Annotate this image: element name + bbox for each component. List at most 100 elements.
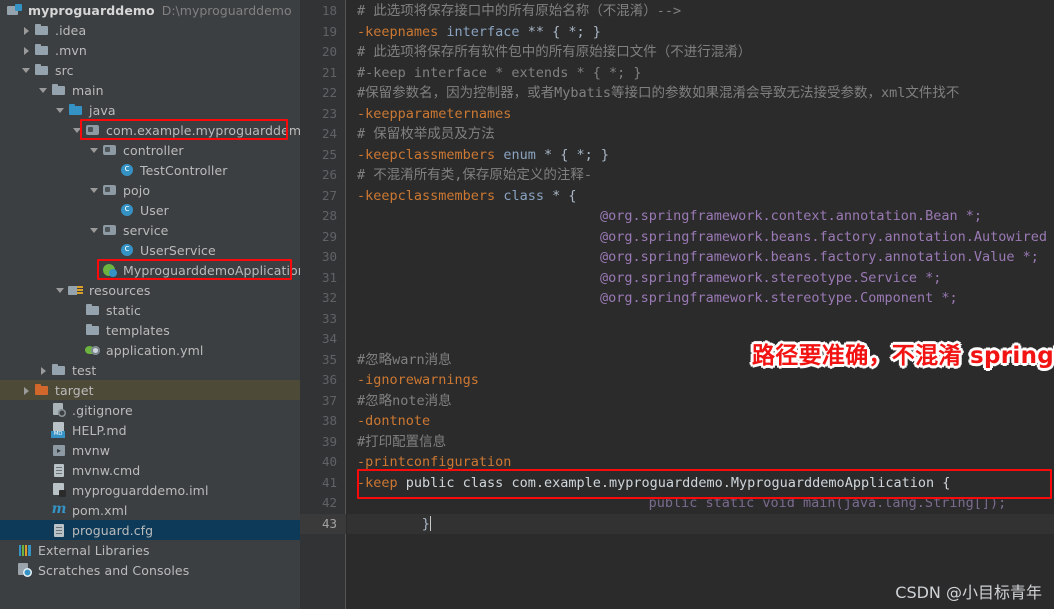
sidebar-item-com-example-myproguarddemo[interactable]: com.example.myproguarddemo (0, 120, 300, 140)
folder-icon (51, 82, 67, 98)
code-line[interactable]: -keepclassmembers class * { (357, 186, 576, 207)
code-token: @org.springframework.context.annotation.… (600, 208, 983, 224)
project-tree[interactable]: myproguarddemo D:\myproguarddemo .idea .mvn… (0, 0, 300, 580)
sidebar-item-test[interactable]: test (0, 360, 300, 380)
folder-icon (51, 362, 67, 378)
sidebar-item-label: External Libraries (38, 542, 150, 558)
chevron-down-icon[interactable] (55, 285, 66, 296)
sidebar-item-myproguarddemoapplication[interactable]: MyproguarddemoApplication (0, 260, 300, 280)
code-line[interactable]: @org.springframework.beans.factory.annot… (600, 227, 1054, 248)
code-line[interactable]: -dontnote (357, 411, 430, 432)
code-token: # 保留枚举成员及方法 (357, 126, 495, 142)
sidebar-item-pom-xml[interactable]: pom.xml (0, 499, 300, 520)
sidebar-item-testcontroller[interactable]: TestController (0, 160, 300, 180)
sidebar-item-idea[interactable]: .idea (0, 20, 300, 40)
sidebar-item-help-md[interactable]: HELP.md (0, 420, 300, 440)
sidebar-item-label: proguard.cfg (72, 522, 154, 538)
line-number: 29 (321, 228, 337, 244)
code-token: #打印配置信息 (357, 433, 447, 450)
chevron-down-icon[interactable] (89, 145, 100, 156)
sidebar-item-myproguarddemo-iml[interactable]: myproguarddemo.iml (0, 480, 300, 500)
java-class-icon (119, 201, 135, 218)
code-line[interactable]: #忽略note消息 (357, 391, 452, 412)
code-line[interactable]: #打印配置信息 (357, 432, 446, 453)
code-token: #忽略note消息 (357, 392, 452, 409)
line-number: 18 (321, 3, 337, 18)
folder-icon (85, 302, 101, 318)
code-line[interactable]: @org.springframework.stereotype.Service … (600, 268, 941, 289)
line-number: 30 (321, 249, 337, 264)
source-folder-icon (68, 102, 84, 118)
code-line[interactable]: #-keep interface * extends * { *; } (357, 63, 641, 84)
code-line[interactable]: -ignorewarnings (357, 370, 479, 391)
sidebar-item-mvnw-cmd[interactable]: mvnw.cmd (0, 460, 300, 480)
code-token: * { *; } (543, 146, 609, 163)
project-root-row[interactable]: myproguarddemo D:\myproguarddemo (0, 0, 300, 20)
sidebar-item-gitignore[interactable]: .gitignore (0, 400, 300, 420)
sidebar-item-main[interactable]: main (0, 80, 300, 100)
code-token: -keepclassmembers (357, 187, 504, 204)
line-number: 21 (321, 64, 337, 80)
sidebar-item-userservice[interactable]: UserService (0, 240, 300, 260)
line-number-gutter: 18 19 20 21 22 23 24 25 26 27 28 29 30 31 32 33 34 35 36 37… (300, 0, 346, 609)
code-line[interactable]: @org.springframework.stereotype.Componen… (600, 288, 958, 309)
excluded-folder-icon (34, 382, 50, 398)
chevron-right-icon[interactable] (21, 385, 32, 396)
sidebar-item-application-yml[interactable]: application.yml (0, 340, 300, 360)
chevron-down-icon[interactable] (72, 125, 83, 136)
sidebar-item-label: User (140, 202, 169, 218)
sidebar-item-mvn[interactable]: .mvn (0, 40, 300, 60)
chevron-down-icon[interactable] (38, 85, 49, 96)
chevron-down-icon[interactable] (55, 105, 66, 116)
code-line[interactable]: -printconfiguration (357, 452, 511, 473)
sidebar-item-controller[interactable]: controller (0, 140, 300, 160)
line-number: 39 (321, 433, 337, 449)
sidebar-item-static[interactable]: static (0, 300, 300, 320)
code-line[interactable]: #保留参数名，因为控制器，或者Mybatis等接口的参数如果混淆会导致无法接受参… (357, 83, 959, 104)
code-line[interactable]: public static void main(java.lang.String… (649, 493, 1007, 514)
sidebar-item-resources[interactable]: resources (0, 280, 300, 300)
code-line[interactable]: # 不混淆所有类,保存原始定义的注释- (357, 165, 592, 186)
code-line[interactable]: #忽略warn消息 (357, 350, 452, 371)
sidebar-item-label: resources (89, 282, 151, 298)
sidebar-item-label: com.example.myproguarddemo (106, 122, 300, 138)
code-line[interactable]: -keep public class com.example.myproguar… (357, 473, 950, 494)
sidebar-item-mvnw[interactable]: mvnw (0, 440, 300, 460)
sidebar-item-label: java (89, 102, 116, 118)
java-class-icon (119, 161, 135, 178)
sidebar-item-scratches-and-consoles[interactable]: Scratches and Consoles (0, 560, 300, 580)
code-line[interactable]: @org.springframework.context.annotation.… (600, 206, 982, 227)
sidebar-item-pojo[interactable]: pojo (0, 180, 300, 200)
sidebar-item-service[interactable]: service (0, 220, 300, 240)
sidebar-item-user[interactable]: User (0, 200, 300, 220)
line-number: 26 (321, 167, 337, 182)
chevron-right-icon[interactable] (38, 365, 49, 376)
package-icon (102, 222, 118, 238)
code-line[interactable]: # 保留枚举成员及方法 (357, 124, 495, 145)
project-tool-window[interactable]: myproguarddemo D:\myproguarddemo .idea .mvn… (0, 0, 300, 609)
code-line[interactable]: } (422, 514, 431, 535)
code-line[interactable]: @org.springframework.beans.factory.annot… (600, 247, 1039, 268)
chevron-right-icon[interactable] (21, 25, 32, 36)
sidebar-item-target[interactable]: target (0, 380, 300, 400)
code-line[interactable]: -keepclassmembers enum * { *; } (357, 145, 609, 166)
sidebar-item-java[interactable]: java (0, 100, 300, 120)
chevron-down-icon[interactable] (89, 225, 100, 236)
sidebar-item-label: HELP.md (72, 422, 127, 438)
code-area[interactable]: # 此选项将保存接口中的所有原始名称（不混淆）--> -keepnames int… (347, 0, 1054, 609)
sidebar-item-src[interactable]: src (0, 60, 300, 80)
code-line[interactable]: -keepparameternames (357, 104, 511, 125)
sidebar-item-proguard-cfg[interactable]: proguard.cfg (0, 520, 300, 540)
sidebar-item-templates[interactable]: templates (0, 320, 300, 340)
chevron-right-icon[interactable] (21, 45, 32, 56)
code-editor[interactable]: 18 19 20 21 22 23 24 25 26 27 28 29 30 31 32 33 34 35 36 37… (300, 0, 1054, 609)
sidebar-item-external-libraries[interactable]: External Libraries (0, 540, 300, 560)
code-line[interactable]: -keepnames interface ** { *; } (357, 22, 601, 43)
code-token: #忽略warn消息 (357, 351, 452, 368)
code-line[interactable]: # 此选项将保存所有软件包中的所有原始接口文件（不进行混淆） (357, 42, 751, 63)
code-line[interactable]: # 此选项将保存接口中的所有原始名称（不混淆）--> (357, 1, 681, 22)
chevron-down-icon[interactable] (21, 65, 32, 76)
chevron-down-icon[interactable] (89, 185, 100, 196)
